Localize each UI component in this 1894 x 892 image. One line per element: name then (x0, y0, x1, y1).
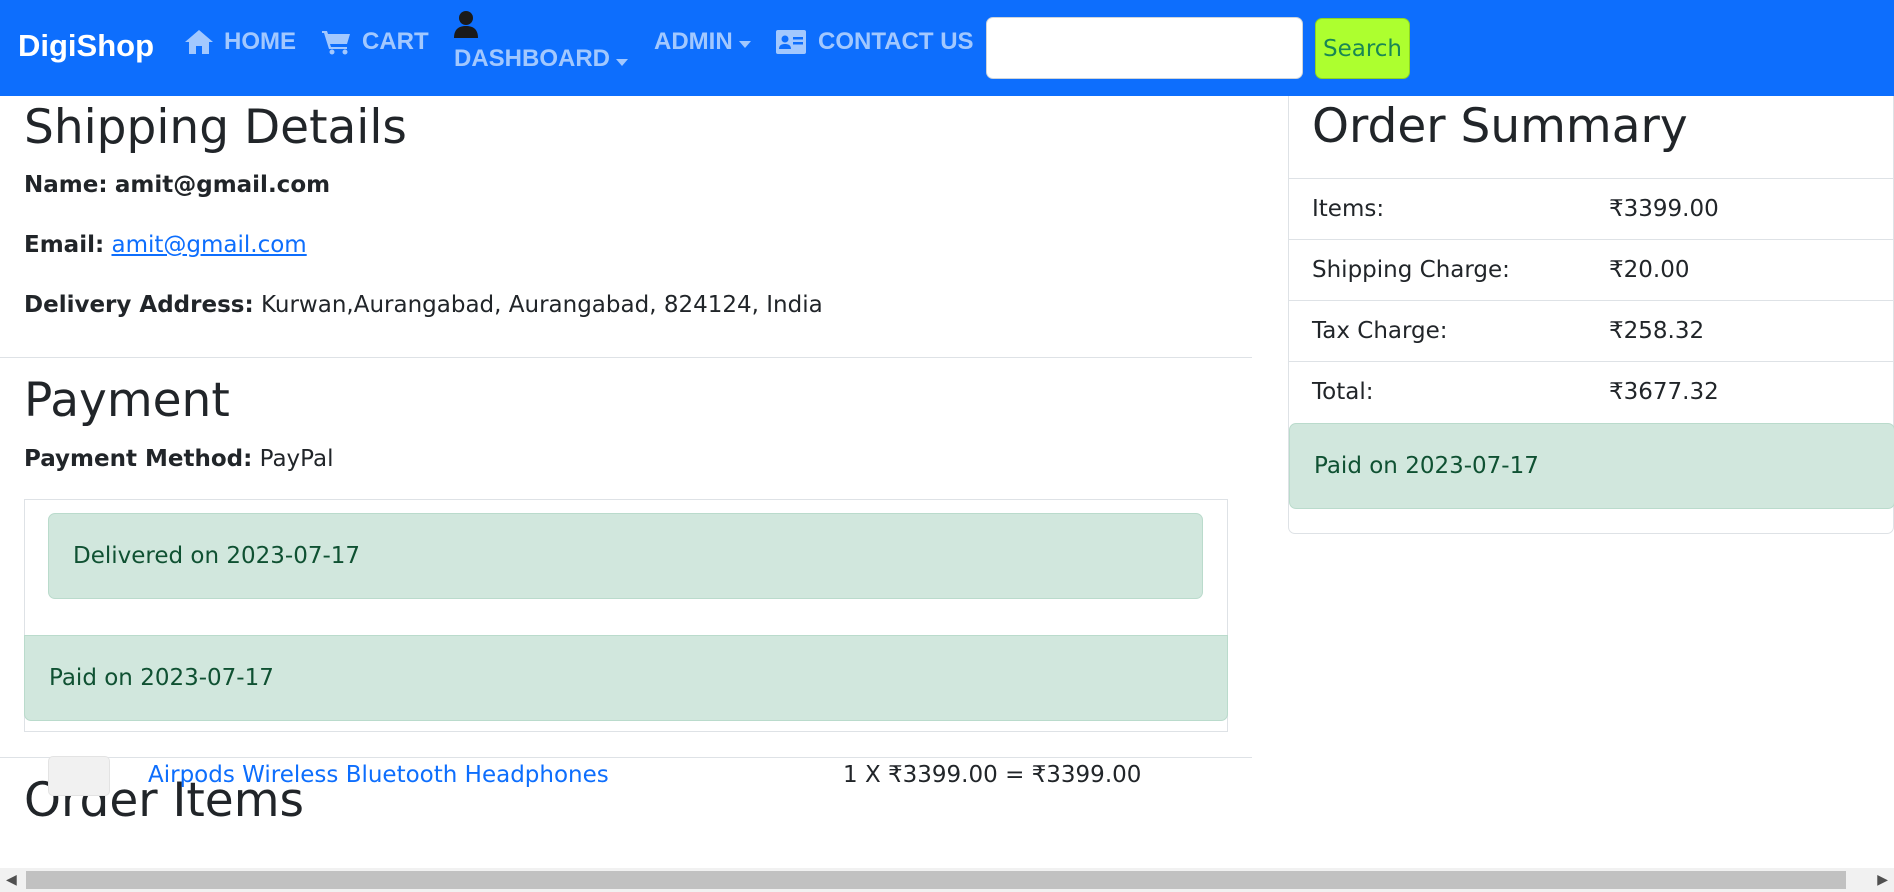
summary-value: ₹258.32 (1609, 318, 1705, 344)
summary-value: ₹3399.00 (1609, 196, 1719, 222)
nav-contact-label: CONTACT US (818, 28, 974, 55)
summary-paid-alert: Paid on 2023-07-17 (1289, 423, 1894, 509)
email-label: Email: (24, 232, 105, 258)
nav-admin-label: ADMIN (654, 28, 733, 55)
payment-method-value: PayPal (259, 446, 334, 472)
address-value: Kurwan,Aurangabad, Aurangabad, 824124, I… (260, 292, 823, 318)
summary-row-total: Total: ₹3677.32 (1289, 361, 1894, 422)
name-label: Name: (24, 172, 108, 198)
summary-row-shipping: Shipping Charge: ₹20.00 (1289, 239, 1894, 300)
chevron-down-icon (616, 59, 628, 66)
summary-row-items: Items: ₹3399.00 (1289, 178, 1894, 239)
item-price-calc: 1 X ₹3399.00 = ₹3399.00 (843, 762, 1142, 788)
nav-cart-label: CART (362, 28, 429, 55)
summary-label: Items: (1312, 196, 1385, 222)
payment-method-label: Payment Method: (24, 446, 253, 472)
payment-method: Payment Method: PayPal (24, 446, 334, 472)
summary-value: ₹20.00 (1609, 257, 1690, 283)
chevron-down-icon (738, 40, 751, 48)
address-label: Delivery Address: (24, 292, 254, 318)
summary-value: ₹3677.32 (1609, 379, 1719, 405)
search-button[interactable]: Search (1315, 18, 1410, 79)
order-summary-title: Order Summary (1312, 99, 1688, 154)
user-icon (454, 11, 478, 38)
name-value: amit@gmail.com (114, 172, 331, 198)
summary-label: Total: (1312, 379, 1374, 405)
shipping-address: Delivery Address: Kurwan,Aurangabad, Aur… (24, 292, 823, 318)
shipping-title: Shipping Details (24, 100, 407, 155)
summary-row-tax: Tax Charge: ₹258.32 (1289, 300, 1894, 361)
divider (0, 357, 1252, 358)
cart-icon (322, 31, 350, 55)
horizontal-scrollbar[interactable]: ◀ ▶ (0, 868, 1894, 892)
product-link[interactable]: Airpods Wireless Bluetooth Headphones (148, 762, 609, 788)
scroll-right-icon[interactable]: ▶ (1877, 872, 1888, 888)
payment-title: Payment (24, 373, 230, 428)
search-input[interactable] (986, 17, 1303, 79)
home-icon (185, 30, 213, 54)
nav-dashboard-label: DASHBOARD (454, 45, 628, 73)
nav-contact-link[interactable]: CONTACT US (776, 28, 974, 56)
brand-logo[interactable]: DigiShop (18, 28, 154, 64)
email-link[interactable]: amit@gmail.com (111, 232, 306, 258)
summary-label: Tax Charge: (1312, 318, 1448, 344)
nav-home-label: HOME (224, 28, 296, 55)
scrollbar-thumb[interactable] (26, 871, 1846, 889)
nav-home-link[interactable]: HOME (184, 28, 296, 56)
shipping-email: Email: amit@gmail.com (24, 232, 307, 258)
order-summary-card: Order Summary Items: ₹3399.00 Shipping C… (1288, 96, 1894, 534)
nav-admin-dropdown[interactable]: ADMIN (654, 28, 751, 56)
summary-label: Shipping Charge: (1312, 257, 1510, 283)
delivered-status-alert: Delivered on 2023-07-17 (48, 513, 1203, 599)
navbar: DigiShop HOME CART DASHBOARD ADMIN CONTA… (0, 0, 1894, 96)
scroll-left-icon[interactable]: ◀ (6, 872, 17, 888)
shipping-name: Name: amit@gmail.com (24, 172, 330, 198)
paid-status-alert: Paid on 2023-07-17 (24, 635, 1228, 721)
contact-card-icon (776, 30, 806, 54)
divider (0, 757, 1252, 758)
nav-cart-link[interactable]: CART (322, 28, 429, 56)
product-thumbnail (48, 756, 110, 796)
